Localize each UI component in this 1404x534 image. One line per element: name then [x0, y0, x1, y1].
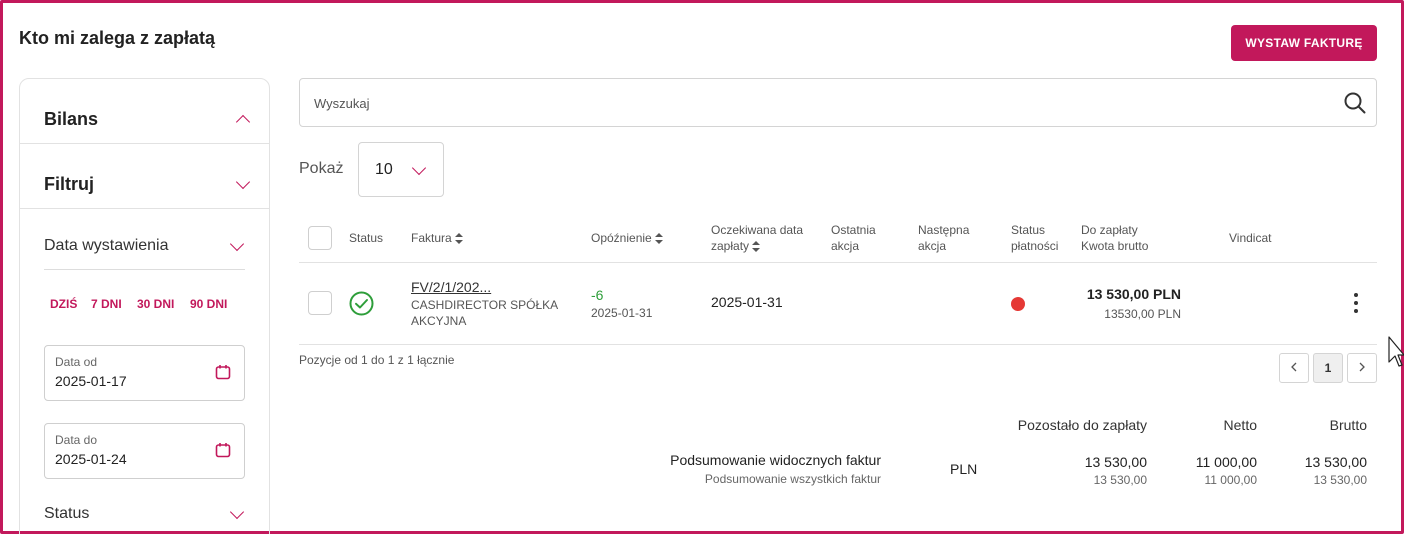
invoice-client: CASHDIRECTOR SPÓŁKA AKCYJNA [411, 297, 561, 329]
sort-icon [752, 241, 761, 253]
date-from-label: Data od [55, 355, 98, 369]
date-from-value: 2025-01-17 [55, 373, 127, 389]
chevron-left-icon [1291, 362, 1297, 372]
table-divider [299, 344, 1377, 345]
issue-date-label: Data wystawienia [44, 237, 169, 254]
mouse-cursor-icon [1388, 336, 1404, 377]
column-header-payment-status-line2: płatności [1011, 239, 1059, 253]
next-page-button[interactable] [1347, 353, 1377, 383]
row-actions-menu-icon[interactable] [1352, 293, 1360, 317]
expected-payment-date: 2025-01-31 [711, 294, 783, 310]
date-from-field[interactable]: Data od 2025-01-17 [44, 345, 245, 401]
filter-heading: Filtruj [44, 174, 94, 194]
page-size-value: 10 [375, 161, 393, 178]
search-icon[interactable] [1344, 92, 1366, 119]
page-title: Kto mi zalega z zapłatą [19, 28, 216, 48]
quick-range-7-days[interactable]: 7 DNI [91, 297, 122, 311]
column-header-vindicat: Vindicat [1229, 231, 1272, 245]
filter-section-header[interactable]: Filtruj [20, 144, 269, 209]
column-header-status: Status [349, 231, 384, 245]
summary-all-label: Podsumowanie wszystkich faktur [704, 472, 881, 486]
quick-range-today[interactable]: DZIŚ [50, 297, 77, 311]
summary-visible-label: Podsumowanie widocznych faktur [670, 452, 881, 468]
date-to-field[interactable]: Data do 2025-01-24 [44, 423, 245, 479]
summary-header-net: Netto [1223, 417, 1257, 433]
summary-header-remaining: Pozostało do zapłaty [1017, 417, 1147, 433]
amount-gross: 13530,00 PLN [1104, 307, 1181, 321]
divider [44, 269, 245, 270]
column-header-expected-line1: Oczekiwana data [711, 223, 804, 237]
column-header-amount-due-line1: Do zapłaty [1081, 223, 1138, 237]
check-circle-icon [349, 291, 374, 321]
chevron-down-icon [411, 160, 427, 176]
row-checkbox[interactable] [308, 291, 332, 315]
calendar-icon[interactable] [215, 364, 231, 385]
chevron-up-icon [235, 114, 251, 130]
column-header-amount-due: Do zapłaty Kwota brutto [1081, 222, 1148, 254]
status-filter-label: Status [44, 505, 90, 522]
summary-all-remaining: 13 530,00 [1093, 473, 1147, 487]
search-input[interactable] [314, 92, 1314, 114]
balance-heading: Bilans [44, 109, 99, 129]
invoice-number-link[interactable]: FV/2/1/202... [411, 279, 491, 295]
chevron-down-icon [229, 236, 245, 252]
issue-invoice-button[interactable]: WYSTAW FAKTURĘ [1231, 25, 1377, 61]
amount-due: 13 530,00 PLN [1086, 286, 1181, 302]
balance-section-header[interactable]: Bilans [20, 79, 269, 144]
page-size-label: Pokaż [299, 160, 344, 177]
summary-all-gross: 13 530,00 [1313, 473, 1367, 487]
page-button-current[interactable]: 1 [1313, 353, 1343, 383]
summary-currency: PLN [950, 461, 978, 477]
column-header-last-action: Ostatnia akcja [831, 222, 876, 254]
chevron-down-icon [235, 174, 251, 190]
select-all-checkbox[interactable] [308, 226, 332, 250]
column-header-next-action-line2: akcja [918, 239, 947, 253]
chevron-right-icon [1359, 362, 1365, 372]
delay-days: -6 [591, 287, 604, 303]
column-header-expected-date[interactable]: Oczekiwana data zapłaty [711, 222, 803, 254]
calendar-icon[interactable] [215, 442, 231, 463]
payment-status-dot [1011, 297, 1025, 311]
column-header-last-action-line2: akcja [831, 239, 860, 253]
date-to-label: Data do [55, 433, 98, 447]
column-header-next-action: Następna akcja [918, 222, 969, 254]
column-header-last-action-line1: Ostatnia [831, 223, 876, 237]
sort-icon [454, 233, 463, 245]
column-header-amount-due-line2: Kwota brutto [1081, 239, 1149, 253]
column-header-payment-status-line1: Status [1011, 223, 1046, 237]
date-to-value: 2025-01-24 [55, 451, 127, 467]
summary-all-net: 11 000,00 [1204, 473, 1258, 487]
invoice-client-line1: CASHDIRECTOR SPÓŁKA [411, 298, 559, 312]
table-divider [299, 262, 1377, 263]
invoice-client-line2: AKCYJNA [411, 314, 467, 328]
column-header-delay[interactable]: Opóźnienie [591, 230, 663, 246]
quick-range-30-days[interactable]: 30 DNI [137, 297, 174, 311]
quick-range-90-days[interactable]: 90 DNI [190, 297, 227, 311]
column-header-expected-line2: zapłaty [711, 239, 750, 253]
pagination-info: Pozycje od 1 do 1 z 1 łącznie [299, 353, 455, 367]
summary-visible-remaining: 13 530,00 [1084, 454, 1147, 470]
page-size-select[interactable]: 10 [358, 142, 444, 197]
chevron-down-icon [229, 504, 245, 520]
column-header-invoice[interactable]: Faktura [411, 230, 463, 246]
summary-visible-gross: 13 530,00 [1304, 454, 1367, 470]
delay-date: 2025-01-31 [591, 306, 653, 320]
column-header-next-action-line1: Następna [918, 223, 970, 237]
prev-page-button[interactable] [1279, 353, 1309, 383]
sort-icon [654, 233, 663, 245]
filter-sidebar: Bilans Filtruj Data wystawienia DZIŚ 7 D… [19, 78, 270, 534]
column-header-payment-status: Status płatności [1011, 222, 1058, 254]
column-header-invoice-label: Faktura [411, 231, 452, 245]
column-header-delay-label: Opóźnienie [591, 231, 652, 245]
search-box [299, 78, 1377, 127]
summary-visible-net: 11 000,00 [1195, 454, 1257, 470]
summary-header-gross: Brutto [1329, 417, 1367, 433]
